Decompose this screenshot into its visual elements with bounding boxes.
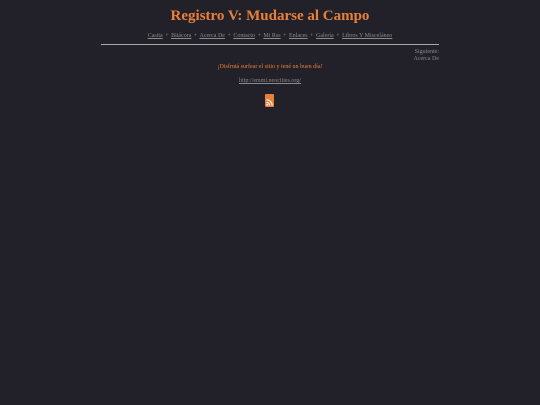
site-url-block: http://emmi.neocities.org/: [0, 78, 540, 84]
rss-feed-icon[interactable]: [265, 94, 274, 107]
nav-separator: +: [227, 33, 231, 39]
welcome-tagline: ¡Disfrutá surfear el sitio y tené un bue…: [217, 64, 323, 70]
main-nav: Casita + Bitácora + Acerca De + Contacto…: [0, 33, 540, 39]
nav-separator: +: [193, 33, 198, 39]
rss-feed-glyph: [265, 98, 274, 107]
next-page-link[interactable]: Acerca De: [414, 56, 439, 63]
nav-separator: +: [336, 33, 340, 39]
site-title: Registro V: Mudarse al Campo: [170, 8, 370, 24]
nav-link-contacto[interactable]: Contacto: [233, 33, 255, 39]
nav-link-libros[interactable]: Libros Y Misceláneo: [342, 33, 392, 39]
nav-link-bitacora[interactable]: Bitácora: [171, 33, 191, 39]
next-page-block[interactable]: Siguiente: Acerca De: [414, 49, 439, 63]
nav-separator: +: [257, 33, 261, 39]
nav-link-enlaces[interactable]: Enlaces: [289, 33, 308, 39]
nav-separator: +: [310, 33, 314, 39]
nav-link-galeria[interactable]: Galería: [316, 33, 334, 39]
page: Registro V: Mudarse al Campo Casita + Bi…: [0, 0, 540, 405]
nav-separator: +: [283, 33, 287, 39]
header-divider: [101, 44, 439, 45]
nav-link-casita[interactable]: Casita: [148, 33, 163, 39]
nav-link-mi-rss[interactable]: Mi Rss: [263, 33, 280, 39]
nav-link-acerca-de[interactable]: Acerca De: [199, 33, 224, 39]
nav-separator: +: [165, 33, 169, 39]
site-url-link[interactable]: http://emmi.neocities.org/: [239, 78, 301, 84]
next-page-label: Siguiente:: [414, 49, 439, 55]
